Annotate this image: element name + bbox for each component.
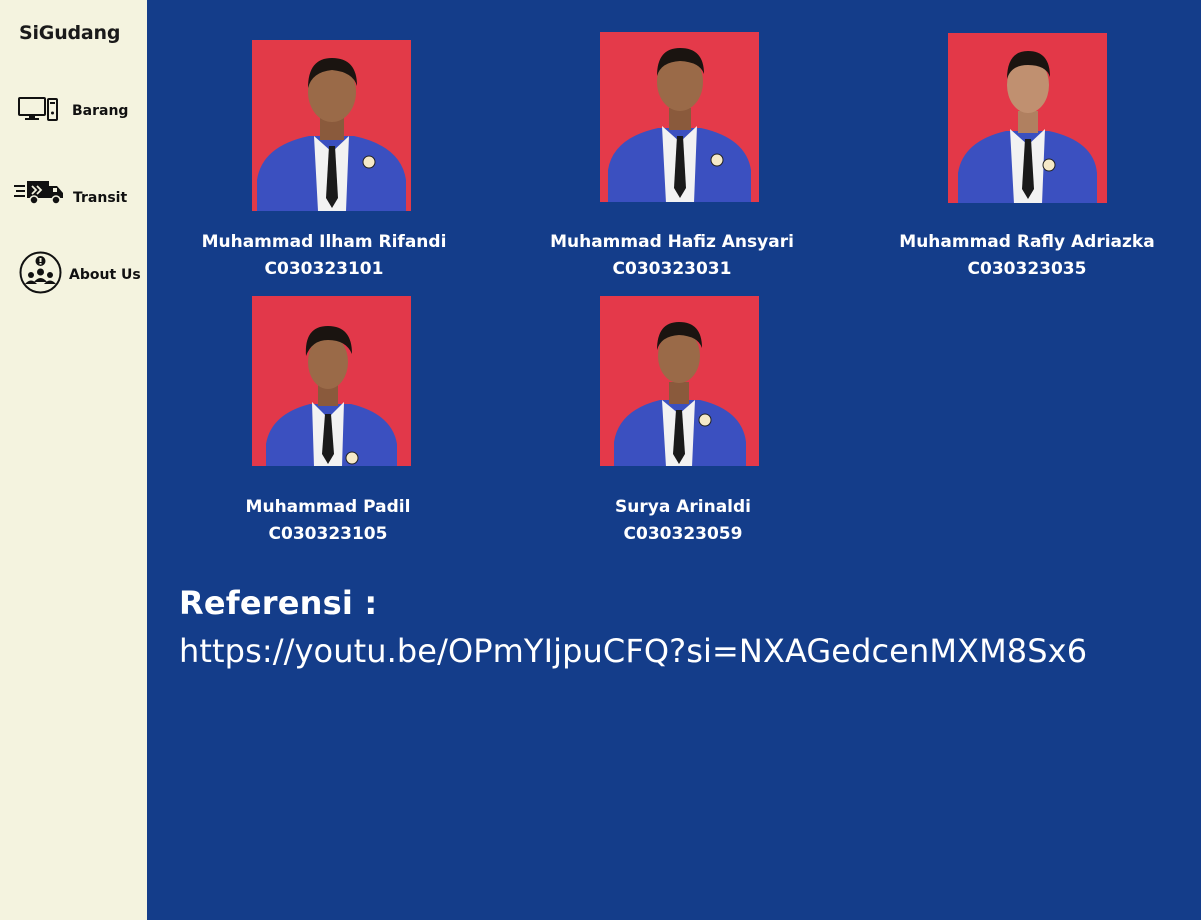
person-avatar-icon	[252, 40, 411, 211]
sidebar-item-label: Barang	[72, 103, 129, 119]
member-id: C030323035	[967, 259, 1087, 279]
sidebar-item-label: About Us	[69, 266, 141, 283]
app-brand[interactable]: SiGudang	[19, 22, 120, 44]
member-name: Muhammad Ilham Rifandi	[201, 232, 447, 252]
member-photo	[252, 40, 411, 211]
member-id: C030323101	[264, 259, 384, 279]
sidebar-item-transit[interactable]: Transit	[14, 178, 127, 210]
member-name: Muhammad Padil	[245, 497, 411, 517]
about-us-content: Muhammad Ilham Rifandi C030323101 Muhamm…	[147, 0, 1201, 920]
reference-title: Referensi :	[179, 584, 378, 622]
member-name: Surya Arinaldi	[615, 497, 751, 517]
team-info-icon	[19, 251, 62, 298]
member-id: C030323031	[612, 259, 732, 279]
member-name: Muhammad Hafiz Ansyari	[550, 232, 794, 252]
member-photo	[600, 296, 759, 466]
member-photo	[948, 33, 1107, 203]
sidebar-item-label: Transit	[73, 190, 128, 206]
member-photo	[600, 32, 759, 202]
sidebar: SiGudang Barang Transit About Us	[0, 0, 147, 920]
member-id: C030323105	[268, 524, 388, 544]
member-photo	[252, 296, 411, 466]
person-avatar-icon	[252, 296, 411, 466]
delivery-truck-icon	[14, 178, 64, 210]
person-avatar-icon	[600, 32, 759, 202]
reference-link[interactable]: https://youtu.be/OPmYIjpuCFQ?si=NXAGedce…	[179, 632, 1087, 670]
sidebar-item-about-us[interactable]: About Us	[19, 251, 141, 298]
person-avatar-icon	[948, 33, 1107, 203]
sidebar-item-barang[interactable]: Barang	[18, 96, 128, 126]
member-id: C030323059	[623, 524, 743, 544]
computer-icon	[18, 96, 59, 126]
member-name: Muhammad Rafly Adriazka	[899, 232, 1155, 252]
person-avatar-icon	[600, 296, 759, 466]
